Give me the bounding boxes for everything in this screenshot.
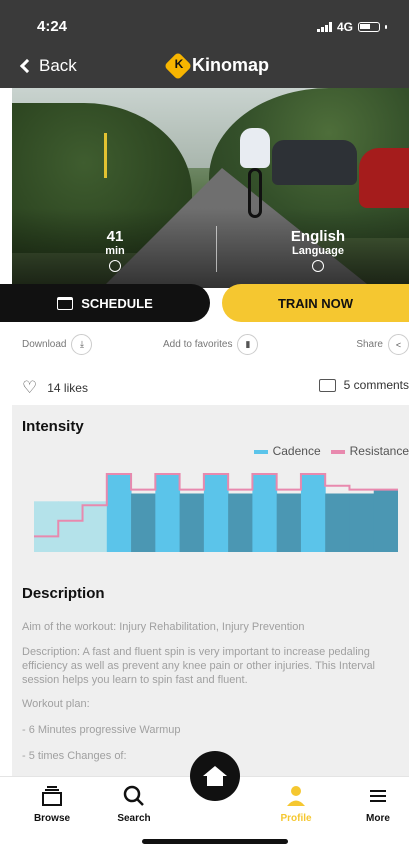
cadence-bar: [131, 493, 156, 552]
search-icon: [104, 783, 164, 809]
back-label: Back: [39, 56, 77, 75]
description-title: Description: [22, 585, 105, 602]
comments-count: 5 comments: [343, 378, 409, 392]
cadence-bar: [276, 493, 302, 552]
download-button[interactable]: Download ⤓: [22, 334, 93, 355]
comments-button[interactable]: 5 comments: [318, 378, 409, 392]
status-time: 4:24: [37, 18, 68, 35]
cadence-bar: [300, 474, 326, 552]
description-body: Description: A fast and fluent spin is v…: [22, 646, 375, 686]
logo-text: Kinomap: [192, 55, 270, 75]
app-logo: Kinomap: [163, 51, 270, 80]
legend-resistance-label: Resistance: [349, 444, 409, 458]
bookmark-icon: ▮: [237, 334, 259, 355]
download-icon: ⤓: [71, 334, 93, 355]
battery-icon: [358, 22, 380, 32]
home-button[interactable]: [190, 751, 240, 801]
cadence-bar: [179, 493, 205, 552]
share-button[interactable]: Share <: [356, 334, 409, 355]
nav-more[interactable]: More: [348, 783, 408, 824]
train-now-button[interactable]: TRAIN NOW: [222, 284, 409, 322]
description-plan-item: - 6 Minutes progressive Warmup: [22, 724, 181, 736]
profile-icon: [266, 783, 326, 809]
language-stat: English Language: [283, 228, 353, 272]
chart-legend: Cadence Resistance: [253, 444, 409, 458]
kinomap-logo-icon: [163, 51, 193, 80]
cadence-bar: [155, 474, 181, 552]
globe-icon: [312, 260, 324, 272]
schedule-button[interactable]: SCHEDULE: [0, 284, 210, 322]
likes-button[interactable]: ♡ 14 likes: [22, 378, 88, 398]
nav-profile-label: Profile: [280, 813, 312, 824]
network-label: 4G: [336, 20, 353, 34]
calendar-bike-icon: [57, 296, 74, 310]
cadence-bar: [203, 474, 229, 552]
nav-browse-label: Browse: [33, 813, 71, 824]
menu-icon: [348, 783, 408, 809]
signal-icon: [316, 22, 332, 32]
home-indicator: [142, 839, 288, 844]
duration-unit: min: [105, 245, 125, 257]
status-indicators: 4G: [316, 20, 387, 34]
language-value: English: [290, 228, 346, 245]
home-icon: [203, 766, 227, 786]
legend-resistance: Resistance: [330, 444, 409, 458]
browse-icon: [22, 783, 82, 809]
description-aim: Aim of the workout: Injury Rehabilitatio…: [22, 621, 305, 633]
nav-profile[interactable]: Profile: [266, 783, 326, 824]
legend-cadence: Cadence: [253, 444, 321, 458]
schedule-label: SCHEDULE: [81, 295, 153, 311]
share-icon: <: [388, 334, 409, 355]
action-row: Download ⤓ Add to favorites ▮ Share <: [22, 334, 409, 358]
likes-count: 14 likes: [47, 381, 88, 395]
download-label: Download: [22, 339, 67, 350]
chevron-left-icon: [19, 58, 35, 74]
cadence-bar: [349, 493, 375, 552]
cadence-bar: [82, 501, 108, 552]
cadence-bar: [373, 489, 398, 552]
language-label: Language: [292, 245, 344, 257]
intensity-title: Intensity: [22, 418, 84, 435]
train-now-label: TRAIN NOW: [277, 295, 354, 311]
clock-icon: [109, 260, 121, 272]
cadence-bar: [228, 493, 253, 552]
heart-icon: ♡: [22, 378, 38, 397]
cadence-bar: [34, 501, 59, 552]
favorites-button[interactable]: Add to favorites ▮: [163, 334, 259, 355]
description-plan-heading: Workout plan:: [22, 698, 90, 710]
nav-more-label: More: [366, 813, 390, 824]
back-button[interactable]: Back: [19, 56, 77, 76]
nav-search[interactable]: Search: [104, 783, 164, 824]
battery-tip: [385, 25, 387, 29]
cadence-bar: [325, 493, 350, 552]
bottom-navigation: Browse Search Profile More: [0, 751, 409, 846]
cadence-bar: [106, 474, 132, 552]
nav-browse[interactable]: Browse: [22, 783, 82, 824]
nav-search-label: Search: [117, 813, 151, 824]
header: 4:24 4G Back Kinomap: [0, 0, 409, 88]
share-label: Share: [356, 339, 383, 350]
duration-value: 41: [106, 228, 124, 245]
favorites-label: Add to favorites: [163, 339, 233, 350]
stat-divider: [216, 226, 217, 272]
cadence-bar: [252, 474, 278, 552]
duration-stat: 41 min: [90, 228, 140, 272]
intensity-chart: [34, 473, 398, 552]
cadence-bar: [58, 501, 84, 552]
comment-icon: [318, 378, 336, 392]
legend-cadence-label: Cadence: [272, 444, 321, 458]
